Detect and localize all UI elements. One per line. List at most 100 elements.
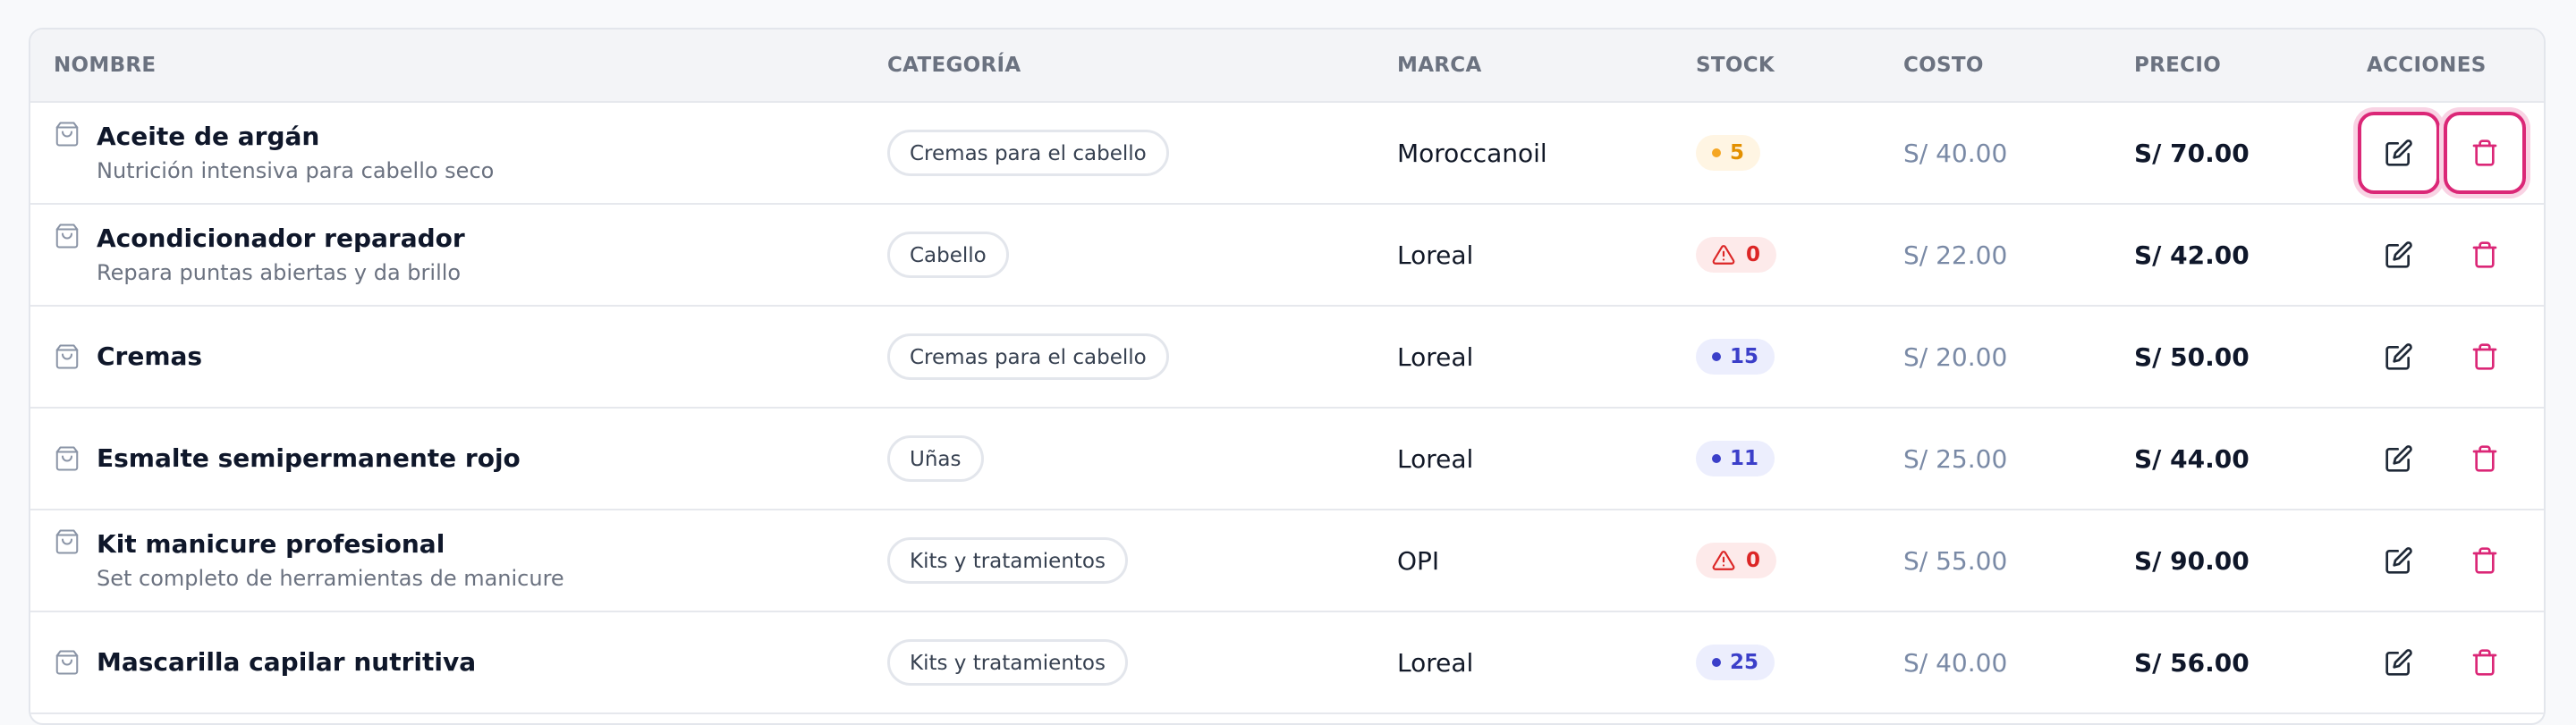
table-row: Acondicionador reparador Repara puntas ab… [30,205,2544,307]
category-chip: Kits y tratamientos [887,639,1128,686]
stock-value: 0 [1746,549,1761,572]
cost-cell: S/ 40.00 [1903,138,2008,168]
edit-button[interactable] [2358,621,2440,704]
actions-cell [2358,612,2529,712]
stock-value: 5 [1730,141,1745,164]
column-header-costo[interactable]: COSTO [1903,30,1984,101]
product-description: Nutrición intensiva para cabello seco [97,158,495,183]
warning-icon [1712,243,1746,266]
price-cell: S/ 56.00 [2134,647,2250,678]
actions-cell [2358,205,2529,305]
shopping-bag-icon [54,528,80,555]
brand-cell: OPI [1397,545,1440,576]
delete-button[interactable] [2444,621,2526,704]
delete-button[interactable] [2444,316,2526,398]
actions-cell [2358,307,2529,407]
stock-dot-icon [1712,454,1721,463]
actions-cell [2358,409,2529,509]
stock-badge: 15 [1696,339,1775,375]
table-row: Esmalte semipermanente rojo Uñas Loreal 11 S… [30,409,2544,510]
stock-badge: 11 [1696,441,1775,476]
edit-button[interactable] [2358,316,2440,398]
category-cell: Cremas para el cabello [887,103,1169,203]
stock-dot-icon [1712,658,1721,667]
stock-value: 25 [1730,651,1759,674]
brand-cell: Moroccanoil [1397,138,1547,168]
stock-cell: 15 [1696,307,1775,407]
edit-icon [2385,139,2413,167]
shopping-bag-icon [54,445,80,472]
shopping-bag-icon [54,649,80,676]
product-description: Repara puntas abiertas y da brillo [97,260,462,285]
stock-cell: 11 [1696,409,1775,509]
edit-icon [2385,342,2413,371]
stock-badge: 0 [1696,543,1777,578]
price-cell: S/ 42.00 [2134,240,2250,270]
edit-button[interactable] [2358,112,2440,194]
table-header: NOMBRE CATEGORÍA MARCA STOCK COSTO PRECI… [30,30,2544,103]
product-name: Cremas [97,341,203,371]
shopping-bag-icon [54,223,80,249]
edit-icon [2385,648,2413,677]
stock-value: 11 [1730,447,1759,470]
shopping-bag-icon [54,343,80,370]
cost-cell: S/ 40.00 [1903,647,2008,678]
stock-cell: 0 [1696,510,1777,611]
delete-button[interactable] [2444,214,2526,296]
edit-icon [2385,240,2413,269]
column-header-categoria[interactable]: CATEGORÍA [887,30,1021,101]
table-row: Mascarilla capilar nutritiva Kits y trata… [30,612,2544,714]
stock-dot-icon [1712,148,1721,157]
category-cell: Cremas para el cabello [887,307,1169,407]
trash-icon [2470,648,2499,677]
shopping-bag-icon [54,121,80,148]
edit-icon [2385,444,2413,473]
column-header-precio[interactable]: PRECIO [2134,30,2221,101]
category-cell: Uñas [887,409,984,509]
edit-button[interactable] [2358,519,2440,602]
category-cell: Cabello [887,205,1009,305]
column-header-nombre[interactable]: NOMBRE [54,30,156,101]
column-header-marca[interactable]: MARCA [1397,30,1482,101]
trash-icon [2470,139,2499,167]
price-cell: S/ 44.00 [2134,443,2250,474]
delete-button[interactable] [2444,112,2526,194]
table-row: Cremas Cremas para el cabello Loreal 15 S/ 2… [30,307,2544,409]
table-body: Aceite de argán Nutrición intensiva para … [30,103,2544,714]
product-name-cell: Mascarilla capilar nutritiva [54,612,841,712]
product-name: Mascarilla capilar nutritiva [97,647,477,677]
product-description: Set completo de herramientas de manicure [97,566,564,591]
trash-icon [2470,444,2499,473]
product-name: Aceite de argán [97,122,320,151]
edit-button[interactable] [2358,214,2440,296]
stock-badge: 5 [1696,135,1761,171]
category-chip: Cremas para el cabello [887,130,1169,176]
stock-value: 0 [1746,243,1761,266]
brand-cell: Loreal [1397,341,1474,372]
product-name-cell: Esmalte semipermanente rojo [54,409,841,509]
edit-button[interactable] [2358,417,2440,500]
stock-cell: 5 [1696,103,1761,203]
stock-cell: 25 [1696,612,1775,712]
cost-cell: S/ 55.00 [1903,545,2008,576]
stock-value: 15 [1730,345,1759,368]
product-name: Esmalte semipermanente rojo [97,443,521,473]
product-name-cell: Kit manicure profesional Set completo de … [54,510,841,611]
delete-button[interactable] [2444,417,2526,500]
cost-cell: S/ 22.00 [1903,240,2008,270]
column-header-acciones: ACCIONES [2367,54,2487,77]
table-row: Kit manicure profesional Set completo de … [30,510,2544,612]
trash-icon [2470,546,2499,575]
delete-button[interactable] [2444,519,2526,602]
category-chip: Cabello [887,232,1009,278]
brand-cell: Loreal [1397,240,1474,270]
column-header-stock[interactable]: STOCK [1696,30,1775,101]
category-chip: Uñas [887,435,984,482]
stock-badge: 25 [1696,645,1775,680]
brand-cell: Loreal [1397,647,1474,678]
stock-cell: 0 [1696,205,1777,305]
price-cell: S/ 90.00 [2134,545,2250,576]
stock-badge: 0 [1696,237,1777,273]
product-name-cell: Cremas [54,307,841,407]
brand-cell: Loreal [1397,443,1474,474]
